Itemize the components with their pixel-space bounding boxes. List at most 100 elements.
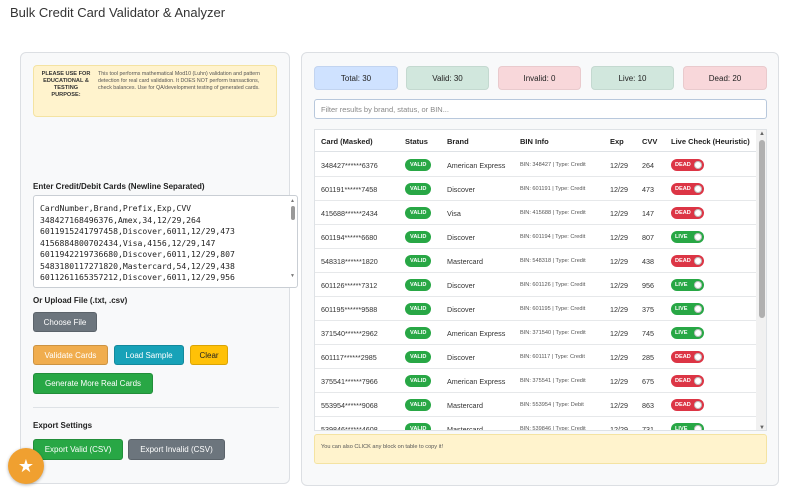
cell-brand[interactable]: Discover [447, 233, 475, 242]
cell-cvv[interactable]: 807 [642, 233, 654, 242]
cell-brand[interactable]: Mastercard [447, 401, 483, 410]
cell-exp[interactable]: 12/29 [610, 209, 628, 218]
live-check-toggle[interactable]: LIVE [671, 231, 704, 243]
header-exp[interactable]: Exp [610, 137, 624, 146]
cell-card[interactable]: 415688******2434 [321, 209, 378, 218]
cell-exp[interactable]: 12/29 [610, 233, 628, 242]
choose-file-button[interactable]: Choose File [33, 312, 97, 332]
validate-cards-button[interactable]: Validate Cards [33, 345, 108, 365]
cell-brand[interactable]: Visa [447, 209, 461, 218]
cell-brand[interactable]: Discover [447, 185, 475, 194]
cell-cvv[interactable]: 863 [642, 401, 654, 410]
cell-cvv[interactable]: 264 [642, 161, 654, 170]
table-row[interactable]: 601191******7458 Discover BIN: 601191 | Ty… [315, 177, 756, 201]
cell-card[interactable]: 371540******2962 [321, 329, 378, 338]
cell-card[interactable]: 601117******2985 [321, 353, 377, 362]
cell-cvv[interactable]: 147 [642, 209, 654, 218]
cell-cvv[interactable]: 375 [642, 305, 654, 314]
cell-bin[interactable]: BIN: 375541 | Type: Credit [520, 378, 586, 384]
filter-input[interactable]: Filter results by brand, status, or BIN.… [314, 99, 767, 119]
cell-card[interactable]: 601195******9588 [321, 305, 377, 314]
live-check-toggle[interactable]: DEAD [671, 351, 704, 363]
cell-cvv[interactable]: 956 [642, 281, 654, 290]
live-check-toggle[interactable]: DEAD [671, 399, 704, 411]
cell-bin[interactable]: BIN: 601195 | Type: Credit [520, 306, 585, 312]
header-card[interactable]: Card (Masked) [321, 137, 373, 146]
table-row[interactable]: 539846******4608 Mastercard BIN: 539846 | … [315, 417, 756, 430]
table-row[interactable]: 601195******9588 Discover BIN: 601195 | Ty… [315, 297, 756, 321]
cell-cvv[interactable]: 438 [642, 257, 654, 266]
header-brand[interactable]: Brand [447, 137, 469, 146]
cell-bin[interactable]: BIN: 348427 | Type: Credit [520, 162, 586, 168]
cell-exp[interactable]: 12/29 [610, 425, 628, 430]
cell-card[interactable]: 375541******7966 [321, 377, 378, 386]
export-invalid-button[interactable]: Export Invalid (CSV) [128, 439, 225, 460]
header-bin[interactable]: BIN Info [520, 137, 549, 146]
header-live[interactable]: Live Check (Heuristic) [671, 137, 750, 146]
cell-exp[interactable]: 12/29 [610, 401, 628, 410]
cell-bin[interactable]: BIN: 548318 | Type: Credit [520, 258, 586, 264]
table-row[interactable]: 601117******2985 Discover BIN: 601117 | Ty… [315, 345, 756, 369]
live-check-toggle[interactable]: DEAD [671, 375, 704, 387]
cell-card[interactable]: 539846******4608 [321, 425, 378, 430]
textarea-scrollbar[interactable] [291, 206, 295, 220]
scroll-up-icon[interactable]: ▲ [759, 131, 765, 137]
generate-more-button[interactable]: Generate More Real Cards [33, 373, 153, 394]
table-row[interactable]: 601126******7312 Discover BIN: 601126 | Ty… [315, 273, 756, 297]
live-check-toggle[interactable]: DEAD [671, 255, 704, 267]
table-row[interactable]: 371540******2962 American Express BIN: 371… [315, 321, 756, 345]
cell-exp[interactable]: 12/29 [610, 281, 628, 290]
cell-exp[interactable]: 12/29 [610, 305, 628, 314]
cell-exp[interactable]: 12/29 [610, 353, 628, 362]
header-cvv[interactable]: CVV [642, 137, 657, 146]
cell-exp[interactable]: 12/29 [610, 377, 628, 386]
cell-exp[interactable]: 12/29 [610, 329, 628, 338]
cell-bin[interactable]: BIN: 415688 | Type: Credit [520, 210, 586, 216]
cell-card[interactable]: 548318******1820 [321, 257, 378, 266]
cell-exp[interactable]: 12/29 [610, 185, 628, 194]
cell-card[interactable]: 348427******6376 [321, 161, 378, 170]
cell-exp[interactable]: 12/29 [610, 257, 628, 266]
scroll-up-icon[interactable]: ▲ [290, 198, 295, 204]
cell-bin[interactable]: BIN: 601191 | Type: Credit [520, 186, 585, 192]
cell-exp[interactable]: 12/29 [610, 161, 628, 170]
table-scrollbar[interactable]: ▲ ▼ [756, 130, 766, 430]
live-check-toggle[interactable]: DEAD [671, 159, 704, 171]
table-row[interactable]: 375541******7966 American Express BIN: 375… [315, 369, 756, 393]
cell-cvv[interactable]: 285 [642, 353, 654, 362]
table-row[interactable]: 553954******9068 Mastercard BIN: 553954 | … [315, 393, 756, 417]
cell-card[interactable]: 601126******7312 [321, 281, 377, 290]
cell-brand[interactable]: Discover [447, 281, 475, 290]
cell-brand[interactable]: Mastercard [447, 425, 483, 430]
scroll-down-icon[interactable]: ▼ [290, 273, 295, 279]
load-sample-button[interactable]: Load Sample [114, 345, 184, 365]
cell-brand[interactable]: Discover [447, 305, 475, 314]
live-check-toggle[interactable]: LIVE [671, 279, 704, 291]
cell-brand[interactable]: Discover [447, 353, 475, 362]
cell-brand[interactable]: American Express [447, 329, 505, 338]
cell-cvv[interactable]: 473 [642, 185, 654, 194]
live-check-toggle[interactable]: DEAD [671, 183, 704, 195]
cell-cvv[interactable]: 675 [642, 377, 654, 386]
cell-bin[interactable]: BIN: 601194 | Type: Credit [520, 234, 585, 240]
cell-bin[interactable]: BIN: 539846 | Type: Credit [520, 426, 586, 430]
scroll-down-icon[interactable]: ▼ [759, 425, 765, 430]
header-status[interactable]: Status [405, 137, 428, 146]
table-row[interactable]: 415688******2434 Visa BIN: 415688 | Type: … [315, 201, 756, 225]
cell-brand[interactable]: American Express [447, 377, 505, 386]
export-valid-button[interactable]: Export Valid (CSV) [33, 439, 123, 460]
table-row[interactable]: 601194******6680 Discover BIN: 601194 | Ty… [315, 225, 756, 249]
live-check-toggle[interactable]: LIVE [671, 303, 704, 315]
cell-brand[interactable]: American Express [447, 161, 505, 170]
scrollbar-thumb[interactable] [759, 140, 765, 318]
cell-card[interactable]: 553954******9068 [321, 401, 378, 410]
cell-card[interactable]: 601194******6680 [321, 233, 377, 242]
cell-bin[interactable]: BIN: 601126 | Type: Credit [520, 282, 585, 288]
clear-button[interactable]: Clear [190, 345, 228, 365]
cell-bin[interactable]: BIN: 553954 | Type: Debit [520, 402, 584, 408]
cell-card[interactable]: 601191******7458 [321, 185, 377, 194]
table-row[interactable]: 348427******6376 American Express BIN: 348… [315, 153, 756, 177]
cell-bin[interactable]: BIN: 601117 | Type: Credit [520, 354, 585, 360]
live-check-toggle[interactable]: LIVE [671, 423, 704, 430]
cell-brand[interactable]: Mastercard [447, 257, 483, 266]
